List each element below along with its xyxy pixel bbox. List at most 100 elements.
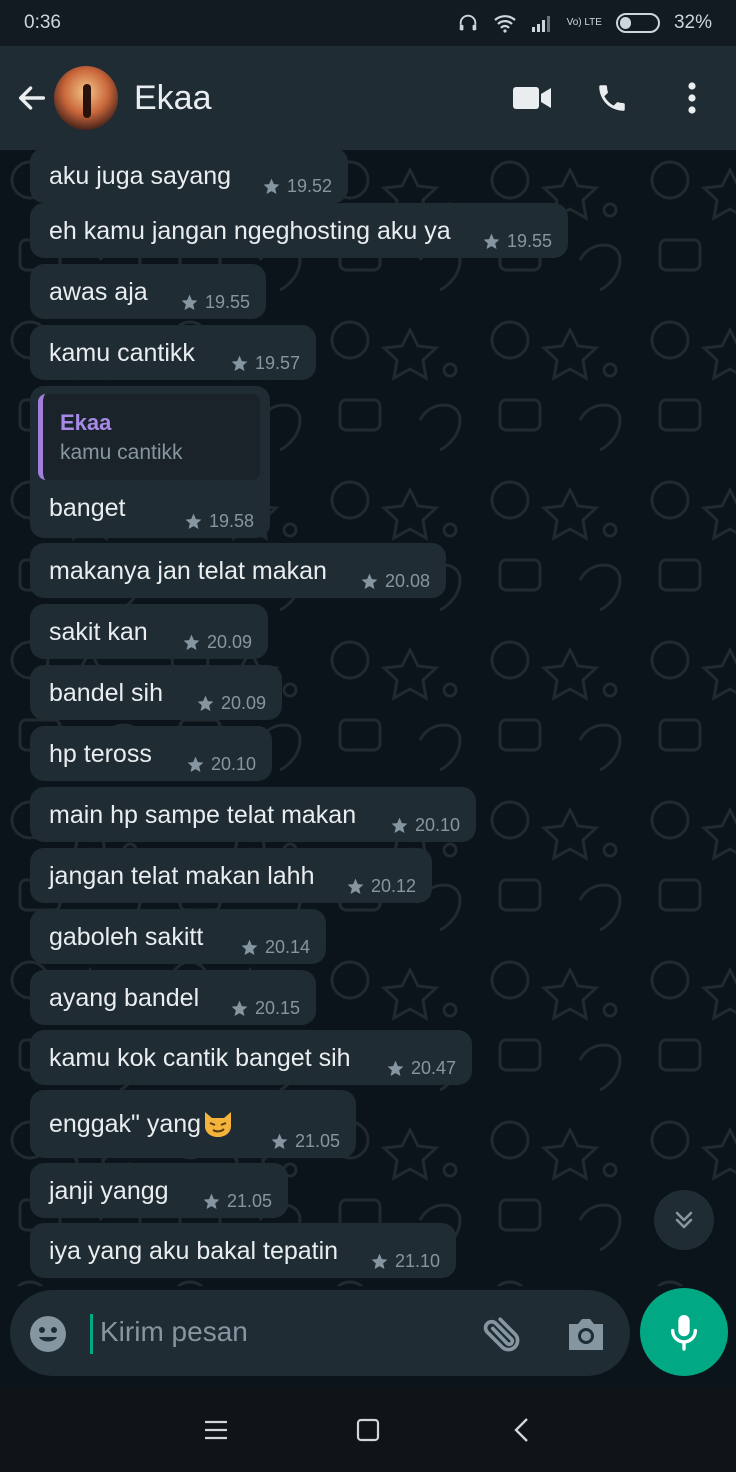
message-text: kamu cantikk [49, 339, 195, 367]
message-bubble[interactable]: aku juga sayang 19.52 [30, 150, 348, 203]
message-bubble[interactable]: eh kamu jangan ngeghosting aku ya 19.55 [30, 203, 568, 258]
message-bubble[interactable]: bandel sih 20.09 [30, 665, 282, 720]
message-time: 21.05 [294, 1131, 340, 1151]
video-camera-icon [513, 87, 551, 109]
quoted-message[interactable]: Ekaa kamu cantikk [38, 394, 260, 480]
scroll-to-bottom-button[interactable] [654, 1190, 714, 1250]
arrow-left-icon [18, 86, 46, 110]
message-bubble[interactable]: enggak" yang 21.05 [30, 1090, 356, 1158]
star-icon [241, 939, 258, 956]
system-back-button[interactable] [502, 1410, 542, 1450]
message-text: ayang bandel [49, 984, 200, 1012]
star-icon [347, 878, 364, 895]
message-bubble[interactable]: iya yang aku bakal tepatin 21.10 [30, 1223, 456, 1278]
message-text: iya yang aku bakal tepatin [49, 1237, 339, 1265]
message-text-row: enggak" yang [49, 1108, 235, 1139]
double-chevron-down-icon [675, 1211, 693, 1229]
message-text: enggak" yang [49, 1110, 202, 1138]
network-type: Vo) LTE [566, 17, 602, 28]
paperclip-icon[interactable] [480, 1312, 524, 1356]
message-meta: 19.55 [482, 231, 552, 252]
voice-call-button[interactable] [582, 68, 642, 128]
recents-button[interactable] [196, 1410, 236, 1450]
message-bubble[interactable]: sakit kan 20.09 [30, 604, 268, 659]
message-text: gaboleh sakitt [49, 923, 204, 951]
message-bubble-reply[interactable]: Ekaa kamu cantikk banget 19.58 [30, 386, 270, 538]
headphones-icon [459, 14, 476, 31]
star-icon [387, 1060, 404, 1077]
message-text: banget [49, 494, 126, 522]
star-icon [263, 178, 280, 195]
contact-name[interactable]: Ekaa [134, 79, 482, 118]
message-text: jangan telat makan lahh [49, 862, 315, 890]
message-text: eh kamu jangan ngeghosting aku ya [49, 217, 451, 245]
back-button[interactable] [14, 80, 50, 116]
message-bubble[interactable]: main hp sampe telat makan 20.10 [30, 787, 476, 842]
message-text: aku juga sayang [49, 162, 232, 190]
emoji-icon[interactable] [28, 1314, 68, 1354]
more-vertical-icon [688, 82, 696, 114]
message-bubble[interactable]: awas aja 19.55 [30, 264, 266, 319]
message-bubble[interactable]: jangan telat makan lahh 20.12 [30, 848, 432, 903]
message-time: 20.09 [206, 632, 252, 652]
battery-percent: 32% [673, 12, 712, 33]
message-meta: 21.05 [202, 1191, 272, 1212]
message-bubble[interactable]: makanya jan telat makan 20.08 [30, 543, 446, 598]
message-time: 19.55 [204, 292, 250, 312]
avatar[interactable] [54, 66, 118, 130]
text-cursor [90, 1314, 93, 1354]
message-text: janji yangg [49, 1177, 169, 1205]
camera-icon[interactable] [565, 1314, 607, 1354]
star-icon [483, 233, 500, 250]
message-bubble[interactable]: janji yangg 21.05 [30, 1163, 288, 1218]
message-bubble[interactable]: kamu cantikk 19.57 [30, 325, 316, 380]
message-text: makanya jan telat makan [49, 557, 327, 585]
message-time: 20.10 [210, 754, 256, 774]
message-time: 19.57 [254, 353, 300, 373]
star-icon [187, 756, 204, 773]
message-time: 19.52 [286, 176, 332, 196]
message-bubble[interactable]: gaboleh sakitt 20.14 [30, 909, 326, 964]
star-icon [231, 1000, 248, 1017]
message-time: 20.08 [384, 571, 430, 591]
message-text: main hp sampe telat makan [49, 801, 357, 829]
star-icon [185, 513, 202, 530]
quoted-sender: Ekaa [60, 410, 112, 435]
message-bubble[interactable]: kamu kok cantik banget sih 20.47 [30, 1030, 472, 1085]
message-time: 20.14 [264, 937, 310, 957]
chat-area[interactable]: aku juga sayang 19.52 eh kamu jangan nge… [0, 150, 736, 1286]
signal-icon [531, 16, 550, 32]
video-call-button[interactable] [502, 68, 562, 128]
star-icon [181, 294, 198, 311]
phone-icon [599, 85, 625, 111]
star-icon [197, 695, 214, 712]
message-text: awas aja [49, 278, 148, 306]
message-meta: 20.09 [182, 632, 252, 653]
system-navigation-bar [0, 1386, 736, 1472]
message-meta: 19.57 [230, 353, 300, 374]
message-bubble[interactable]: hp teross 20.10 [30, 726, 272, 781]
chat-header: Ekaa [0, 46, 736, 150]
message-time: 20.12 [370, 876, 416, 896]
message-meta: 20.10 [186, 754, 256, 775]
status-icons: Vo) LTE 32% [457, 12, 712, 34]
message-time: 21.05 [226, 1191, 272, 1211]
message-text: hp teross [49, 740, 152, 768]
message-input-placeholder[interactable]: Kirim pesan [100, 1316, 248, 1348]
chevron-left-icon [514, 1418, 528, 1442]
message-bubble[interactable]: ayang bandel 20.15 [30, 970, 316, 1025]
message-meta: 20.08 [360, 571, 430, 592]
status-bar: 0:36 Vo) LTE 32% [0, 0, 736, 46]
message-meta: 19.58 [184, 511, 254, 532]
message-composer: Kirim pesan [0, 1286, 736, 1386]
message-meta: 21.05 [270, 1131, 340, 1152]
star-icon [391, 817, 408, 834]
wifi-icon [493, 15, 516, 33]
message-input-field[interactable]: Kirim pesan [10, 1290, 630, 1376]
microphone-icon [670, 1315, 698, 1351]
message-time: 19.58 [208, 511, 254, 531]
voice-message-button[interactable] [640, 1288, 728, 1376]
home-button[interactable] [348, 1410, 388, 1450]
star-icon [361, 573, 378, 590]
more-options-button[interactable] [662, 68, 722, 128]
